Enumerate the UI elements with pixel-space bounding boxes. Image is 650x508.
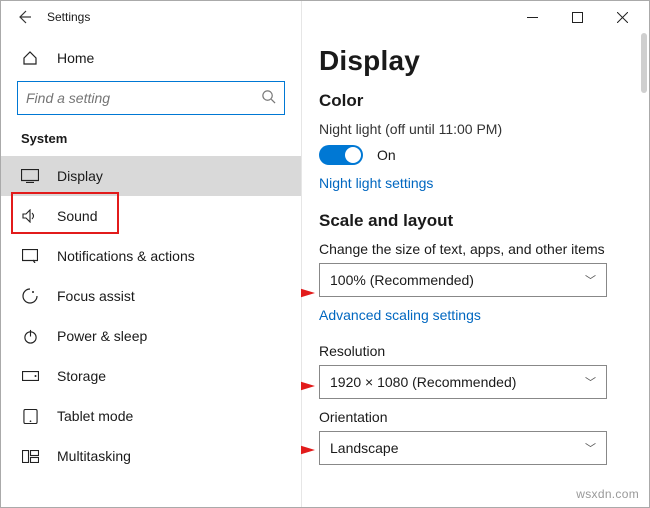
resolution-select-value: 1920 × 1080 (Recommended) bbox=[330, 374, 516, 390]
scale-select[interactable]: 100% (Recommended) ﹀ bbox=[319, 263, 607, 297]
toggle-knob bbox=[345, 147, 361, 163]
home-nav[interactable]: Home bbox=[1, 39, 301, 77]
close-button[interactable] bbox=[600, 2, 645, 32]
sidebar-item-label: Multitasking bbox=[57, 448, 131, 464]
tablet-icon bbox=[21, 409, 39, 424]
focus-assist-icon bbox=[21, 288, 39, 304]
resolution-field-label: Resolution bbox=[319, 343, 637, 359]
scrollbar[interactable] bbox=[641, 33, 647, 93]
display-icon bbox=[21, 169, 39, 183]
sidebar-item-label: Focus assist bbox=[57, 288, 135, 304]
sidebar-item-focus-assist[interactable]: Focus assist bbox=[1, 276, 301, 316]
night-light-toggle-row: On bbox=[319, 145, 637, 165]
search-icon bbox=[261, 89, 276, 107]
night-light-toggle[interactable] bbox=[319, 145, 363, 165]
settings-window: Settings Home bbox=[0, 0, 650, 508]
notifications-icon bbox=[21, 249, 39, 263]
titlebar: Settings bbox=[1, 1, 649, 33]
sidebar-item-label: Storage bbox=[57, 368, 106, 384]
sidebar-item-sound[interactable]: Sound bbox=[1, 196, 301, 236]
resolution-select[interactable]: 1920 × 1080 (Recommended) ﹀ bbox=[319, 365, 607, 399]
window-body: Home System Display bbox=[1, 33, 649, 507]
watermark: wsxdn.com bbox=[576, 487, 639, 501]
sidebar-item-label: Notifications & actions bbox=[57, 248, 195, 264]
chevron-down-icon: ﹀ bbox=[585, 374, 596, 390]
home-label: Home bbox=[57, 50, 94, 66]
sidebar: Home System Display bbox=[1, 33, 301, 507]
power-icon bbox=[21, 329, 39, 344]
sidebar-item-multitasking[interactable]: Multitasking bbox=[1, 436, 301, 476]
maximize-icon bbox=[572, 12, 583, 23]
multitasking-icon bbox=[21, 450, 39, 463]
sidebar-item-label: Tablet mode bbox=[57, 408, 133, 424]
section-scale-layout: Scale and layout bbox=[319, 211, 637, 231]
chevron-down-icon: ﹀ bbox=[585, 272, 596, 288]
search-box[interactable] bbox=[17, 81, 285, 115]
night-light-status: Night light (off until 11:00 PM) bbox=[319, 121, 637, 137]
window-title: Settings bbox=[47, 10, 90, 24]
annotation-arrow bbox=[301, 284, 315, 302]
annotation-arrow bbox=[301, 441, 315, 459]
minimize-icon bbox=[527, 12, 538, 23]
sidebar-item-tablet-mode[interactable]: Tablet mode bbox=[1, 396, 301, 436]
scale-field-label: Change the size of text, apps, and other… bbox=[319, 241, 637, 257]
search-wrap bbox=[1, 77, 301, 125]
close-icon bbox=[617, 12, 628, 23]
maximize-button[interactable] bbox=[555, 2, 600, 32]
sidebar-item-display[interactable]: Display bbox=[1, 156, 301, 196]
orientation-select[interactable]: Landscape ﹀ bbox=[319, 431, 607, 465]
sidebar-item-power-sleep[interactable]: Power & sleep bbox=[1, 316, 301, 356]
annotation-arrow bbox=[301, 377, 315, 395]
content-pane: Display Color Night light (off until 11:… bbox=[301, 33, 649, 507]
minimize-button[interactable] bbox=[510, 2, 555, 32]
sidebar-item-label: Power & sleep bbox=[57, 328, 147, 344]
home-icon bbox=[21, 50, 39, 66]
advanced-scaling-link[interactable]: Advanced scaling settings bbox=[319, 307, 481, 323]
sidebar-group-label: System bbox=[1, 125, 301, 156]
arrow-left-icon bbox=[16, 9, 32, 25]
sidebar-item-label: Display bbox=[57, 168, 103, 184]
page-title: Display bbox=[319, 45, 637, 77]
back-button[interactable] bbox=[11, 4, 37, 30]
night-light-settings-link[interactable]: Night light settings bbox=[319, 175, 433, 191]
search-input[interactable] bbox=[26, 90, 261, 106]
chevron-down-icon: ﹀ bbox=[585, 440, 596, 456]
sidebar-item-storage[interactable]: Storage bbox=[1, 356, 301, 396]
sidebar-item-notifications[interactable]: Notifications & actions bbox=[1, 236, 301, 276]
section-color: Color bbox=[319, 91, 637, 111]
orientation-field-label: Orientation bbox=[319, 409, 637, 425]
orientation-select-value: Landscape bbox=[330, 440, 399, 456]
toggle-state-label: On bbox=[377, 147, 396, 163]
storage-icon bbox=[21, 371, 39, 381]
sound-icon bbox=[21, 209, 39, 223]
scale-select-value: 100% (Recommended) bbox=[330, 272, 474, 288]
sidebar-item-label: Sound bbox=[57, 208, 97, 224]
